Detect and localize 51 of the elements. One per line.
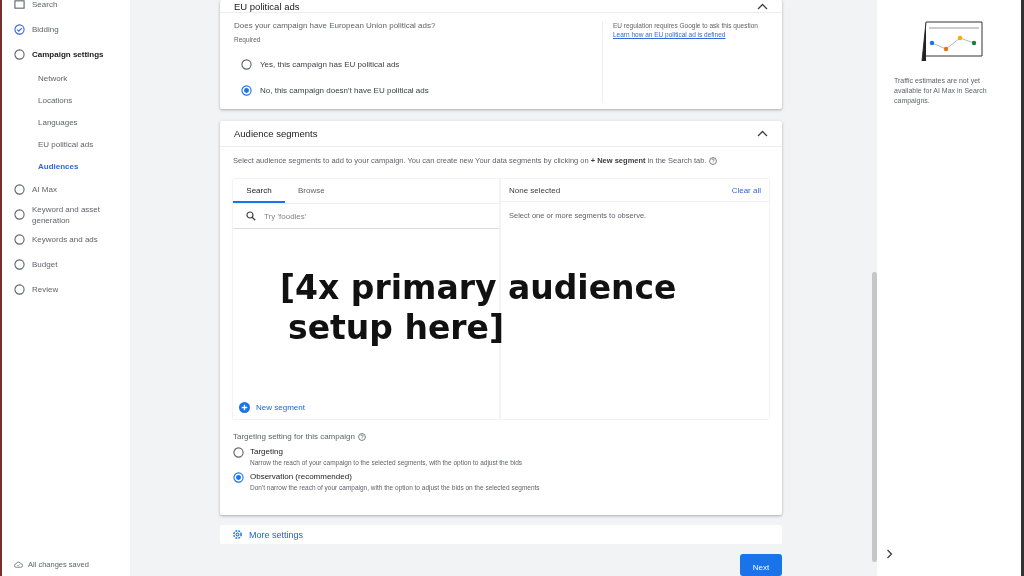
- selection-header: None selected: [509, 185, 561, 195]
- settings-icon: [232, 529, 243, 540]
- circle-icon: [14, 49, 25, 60]
- circle-icon: [14, 259, 25, 270]
- search-field[interactable]: Try 'foodies': [262, 210, 499, 222]
- radio-button[interactable]: [241, 84, 252, 96]
- cloud-check-icon: [14, 560, 23, 568]
- circle-icon: [14, 284, 25, 295]
- sidebar-step[interactable]: Budget: [32, 259, 58, 270]
- radio-button[interactable]: [233, 447, 244, 458]
- clear-all-button[interactable]: Clear all: [731, 185, 761, 195]
- new-segment-button[interactable]: New segment: [233, 402, 499, 419]
- sidebar-step[interactable]: Search: [32, 0, 58, 10]
- campaign-type-icon: [14, 0, 25, 10]
- question-text: Does your campaign have European Union political ads?: [234, 21, 437, 30]
- overlay-caption: [4x primary audience setup here]: [280, 268, 677, 348]
- sidebar-step[interactable]: AI Max: [32, 184, 57, 195]
- sidebar-subitem[interactable]: Network: [38, 67, 130, 89]
- more-settings-button[interactable]: More settings: [220, 525, 782, 544]
- next-button[interactable]: Next: [740, 554, 782, 576]
- help-icon[interactable]: [709, 156, 718, 165]
- help-icon[interactable]: [357, 432, 366, 441]
- circle-icon: [14, 184, 25, 195]
- search-icon: [246, 211, 256, 221]
- scrollbar-thumb[interactable]: [872, 272, 877, 562]
- card-title: Audience segments: [234, 128, 318, 139]
- radio-label[interactable]: No, this campaign doesn't have EU political ads: [260, 85, 429, 95]
- check-circle-icon: [14, 24, 25, 35]
- tab[interactable]: Browse: [285, 179, 337, 203]
- sidebar-subitem[interactable]: Languages: [38, 111, 130, 133]
- radio-button[interactable]: [233, 472, 244, 483]
- tab[interactable]: Search: [233, 179, 285, 203]
- sidebar-step[interactable]: Keywords and ads: [32, 234, 98, 245]
- sidebar-step[interactable]: Keyword and asset generation: [32, 203, 117, 226]
- sidebar-step[interactable]: Bidding: [32, 24, 59, 35]
- sidebar-step[interactable]: Campaign settings: [32, 49, 104, 60]
- sidebar-step[interactable]: Review: [32, 284, 59, 295]
- sidebar-subitem[interactable]: EU political ads: [38, 133, 130, 155]
- circle-icon: [14, 209, 25, 220]
- sidebar-subitem[interactable]: Locations: [38, 89, 130, 111]
- collapse-chevron-icon[interactable]: [757, 2, 768, 10]
- radio-button[interactable]: [241, 58, 252, 70]
- card-title: EU political ads: [234, 0, 300, 12]
- radio-label[interactable]: Yes, this campaign has EU political ads: [260, 59, 400, 69]
- radio-label[interactable]: Targeting: [250, 447, 523, 456]
- targeting-label: Targeting setting for this campaign: [233, 432, 355, 441]
- collapse-chevron-icon[interactable]: [757, 130, 768, 137]
- circle-icon: [14, 234, 25, 245]
- radio-label[interactable]: Observation (recommended): [250, 472, 540, 481]
- add-icon: [239, 402, 250, 413]
- sidebar-subitem[interactable]: Audiences: [38, 155, 130, 177]
